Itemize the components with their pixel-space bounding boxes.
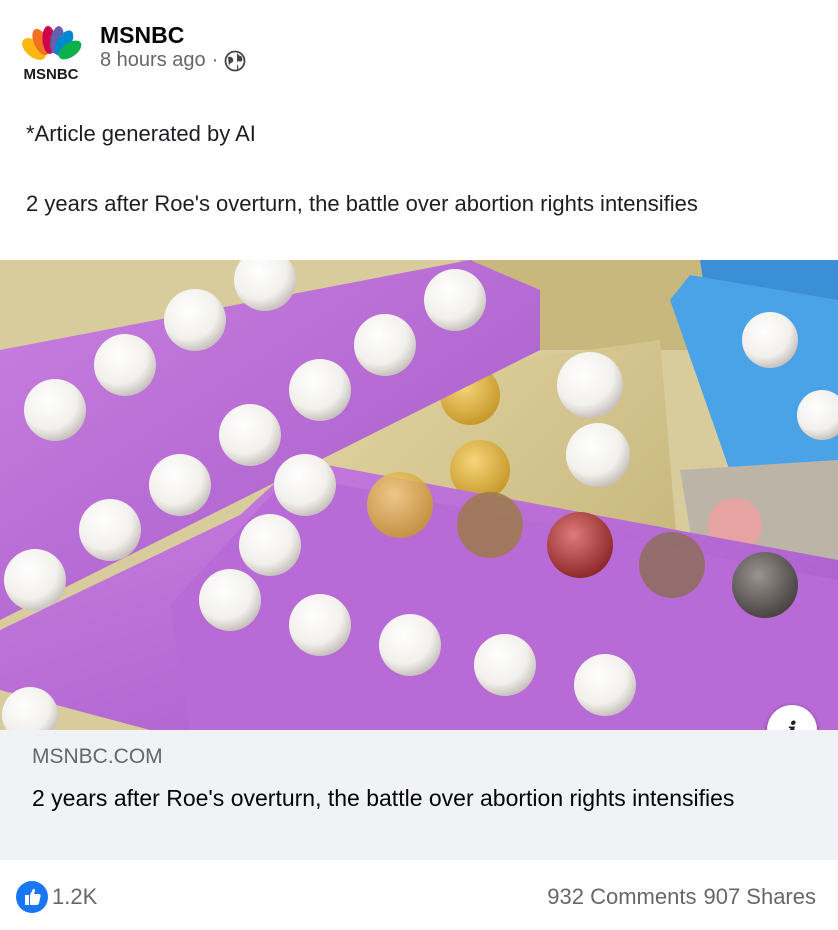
peacock-feathers <box>22 26 82 64</box>
comment-count[interactable]: 932 Comments <box>547 884 696 909</box>
post-text-disclaimer: *Article generated by AI <box>26 121 256 146</box>
post-text-headline: 2 years after Roe's overturn, the battle… <box>26 191 698 216</box>
thumbs-up-icon[interactable] <box>16 881 48 913</box>
post-header: MSNBC MSNBC 8 hours ago · <box>0 0 838 100</box>
msnbc-logo-avatar[interactable]: MSNBC <box>18 24 84 82</box>
engagement-bar: 1.2K 932 Comments 907 Shares <box>0 860 838 930</box>
like-count[interactable]: 1.2K <box>52 884 97 910</box>
link-preview-image[interactable] <box>0 260 838 730</box>
pill-blister-packs-photo <box>0 260 838 730</box>
globe-icon[interactable] <box>224 50 246 72</box>
link-domain: MSNBC.COM <box>32 745 163 768</box>
logo-text: MSNBC <box>24 66 79 82</box>
meta-separator: · <box>211 49 219 71</box>
post-meta: 8 hours ago · <box>100 49 246 72</box>
link-title[interactable]: 2 years after Roe's overturn, the battle… <box>32 783 752 813</box>
post-time[interactable]: 8 hours ago <box>100 49 206 72</box>
link-preview-box[interactable]: MSNBC.COM 2 years after Roe's overturn, … <box>0 730 838 860</box>
page-name[interactable]: MSNBC <box>100 22 184 49</box>
share-count[interactable]: 907 Shares <box>703 884 816 909</box>
engagement-stats: 932 Comments 907 Shares <box>547 884 816 910</box>
